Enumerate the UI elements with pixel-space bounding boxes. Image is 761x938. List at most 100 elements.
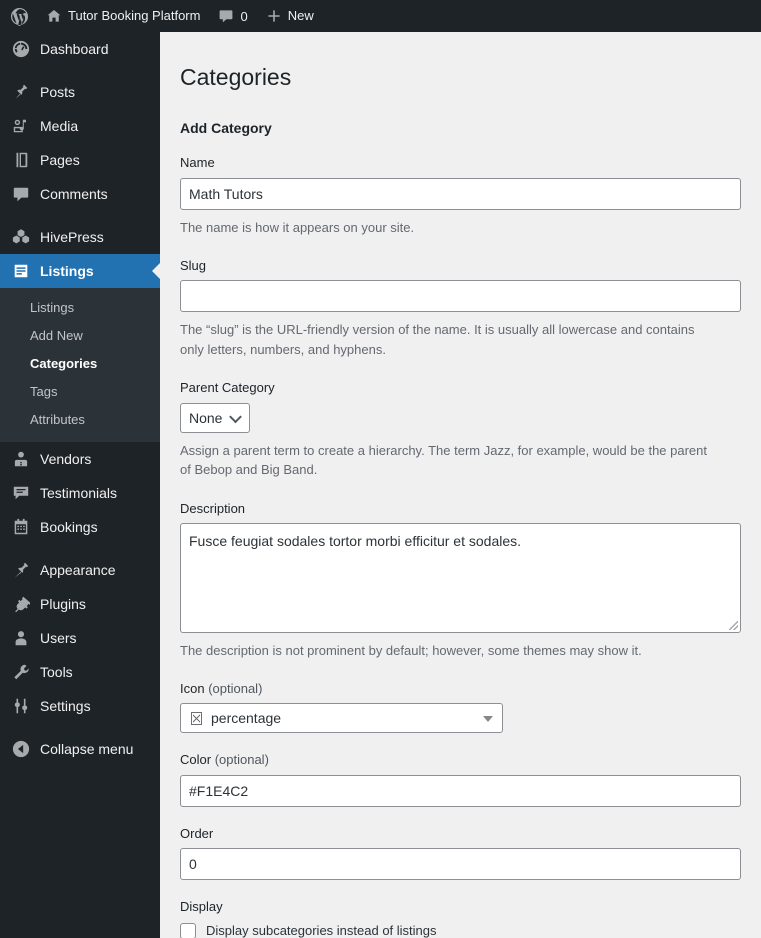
pin-icon <box>11 82 31 102</box>
description-help: The description is not prominent by defa… <box>180 642 642 658</box>
comments-button[interactable]: 0 <box>209 0 256 32</box>
sidebar-item-label: Bookings <box>40 519 98 535</box>
user-icon <box>11 628 31 648</box>
icon-select-value: percentage <box>211 710 282 727</box>
sidebar-separator <box>0 211 160 220</box>
new-content-button[interactable]: New <box>257 0 323 32</box>
parent-category-select[interactable]: None <box>180 402 250 433</box>
sidebar-separator <box>0 66 160 75</box>
new-label: New <box>287 8 314 23</box>
description-textarea-wrapper: Fusce feugiat sodales tortor morbi effic… <box>180 522 741 633</box>
sidebar-item-collapse-menu[interactable]: Collapse menu <box>0 732 160 766</box>
sidebar-item-label: Pages <box>40 152 80 168</box>
plugin-icon <box>11 594 31 614</box>
listings-icon <box>11 261 31 281</box>
description-textarea[interactable]: Fusce feugiat sodales tortor morbi effic… <box>180 522 741 633</box>
sidebar-item-tools[interactable]: Tools <box>0 655 160 689</box>
name-description: The name is how it appears on your site. <box>180 219 415 235</box>
admin-bar: Tutor Booking Platform 0 New <box>0 0 761 32</box>
sidebar-item-label: Vendors <box>40 451 92 467</box>
color-label-text: Color <box>180 752 212 768</box>
sidebar-item-label: Settings <box>40 698 91 714</box>
sidebar-item-hivepress[interactable]: HivePress <box>0 220 160 254</box>
comments-count: 0 <box>240 8 248 24</box>
site-title: Tutor Booking Platform <box>68 8 201 23</box>
missing-glyph-box-icon <box>191 711 202 725</box>
comment-bubble-icon <box>218 8 234 24</box>
sidebar-separator <box>0 544 160 553</box>
main-content: Categories Add Category Name The name is… <box>160 32 761 938</box>
chevron-down-icon <box>483 716 493 723</box>
sidebar-submenu-listings: Listings Add New Categories Tags Attributes <box>0 288 160 442</box>
sidebar-item-posts[interactable]: Posts <box>0 75 160 109</box>
sidebar-item-vendors[interactable]: Vendors <box>0 442 160 476</box>
color-input[interactable] <box>180 774 741 807</box>
display-subcategories-checkbox[interactable] <box>180 923 196 938</box>
field-display: Display Display subcategories instead of… <box>180 898 741 938</box>
sidebar-item-pages[interactable]: Pages <box>0 143 160 177</box>
icon-label-text: Icon <box>180 681 205 697</box>
slug-label: Slug <box>180 258 207 274</box>
field-slug: Slug <box>180 257 741 313</box>
wordpress-logo-icon <box>10 7 29 26</box>
sidebar-item-label: Listings <box>40 263 94 279</box>
color-label: Color (optional) <box>180 751 741 769</box>
icon-label: Icon (optional) <box>180 680 741 698</box>
field-parent-category: Parent Category None <box>180 379 741 433</box>
hivepress-icon <box>11 227 31 247</box>
site-name-button[interactable]: Tutor Booking Platform <box>37 0 209 32</box>
description-label: Description <box>180 500 246 516</box>
appearance-icon <box>11 560 31 580</box>
field-description: Description Fusce feugiat sodales tortor… <box>180 500 741 633</box>
media-icon <box>11 116 31 136</box>
field-order: Order <box>180 825 741 880</box>
display-label: Display <box>180 898 223 914</box>
icon-select[interactable]: percentage <box>180 703 503 734</box>
sidebar-item-listings[interactable]: Listings <box>0 254 160 288</box>
submenu-item-add-new[interactable]: Add New <box>0 322 160 350</box>
name-input[interactable] <box>180 177 741 210</box>
comment-icon <box>11 184 31 204</box>
parent-category-label: Parent Category <box>180 380 275 396</box>
page-title: Categories <box>180 64 292 90</box>
wordpress-logo-button[interactable] <box>0 0 37 32</box>
sidebar-item-testimonials[interactable]: Testimonials <box>0 476 160 510</box>
order-input[interactable] <box>180 847 741 880</box>
page-icon <box>11 150 31 170</box>
calendar-icon <box>11 517 31 537</box>
sidebar-item-plugins[interactable]: Plugins <box>0 587 160 621</box>
sidebar-item-label: Plugins <box>40 596 86 612</box>
plus-icon <box>266 8 282 24</box>
display-subcategories-row: Display subcategories instead of listing… <box>180 922 741 938</box>
submenu-item-listings[interactable]: Listings <box>0 294 160 322</box>
form-heading: Add Category <box>180 119 272 136</box>
sidebar-item-label: Users <box>40 630 77 646</box>
tools-icon <box>11 662 31 682</box>
sidebar-item-settings[interactable]: Settings <box>0 689 160 723</box>
slug-input[interactable] <box>180 280 741 313</box>
dashboard-icon <box>11 39 31 59</box>
sidebar-item-users[interactable]: Users <box>0 621 160 655</box>
sidebar-item-appearance[interactable]: Appearance <box>0 553 160 587</box>
sidebar-separator <box>0 723 160 732</box>
vendor-icon <box>11 449 31 469</box>
sidebar-item-label: Dashboard <box>40 41 109 57</box>
field-color: Color (optional) <box>180 751 741 807</box>
sidebar-item-bookings[interactable]: Bookings <box>0 510 160 544</box>
sidebar-item-dashboard[interactable]: Dashboard <box>0 32 160 66</box>
sidebar-item-media[interactable]: Media <box>0 109 160 143</box>
submenu-item-tags[interactable]: Tags <box>0 378 160 406</box>
sidebar-item-comments[interactable]: Comments <box>0 177 160 211</box>
sidebar-item-label: Tools <box>40 664 73 680</box>
collapse-icon <box>11 739 31 759</box>
home-icon <box>46 8 62 24</box>
icon-label-optional: (optional) <box>208 681 263 697</box>
name-label: Name <box>180 155 215 171</box>
slug-description: The “slug” is the URL-friendly version o… <box>180 322 695 357</box>
field-icon: Icon (optional) percentage <box>180 680 741 734</box>
submenu-item-categories[interactable]: Categories <box>0 350 160 378</box>
submenu-item-attributes[interactable]: Attributes <box>0 406 160 434</box>
admin-sidebar-menu: Dashboard Posts Media Pages Comments HivePres… <box>0 32 160 938</box>
order-label: Order <box>180 825 214 841</box>
sidebar-item-label: Testimonials <box>40 485 118 501</box>
